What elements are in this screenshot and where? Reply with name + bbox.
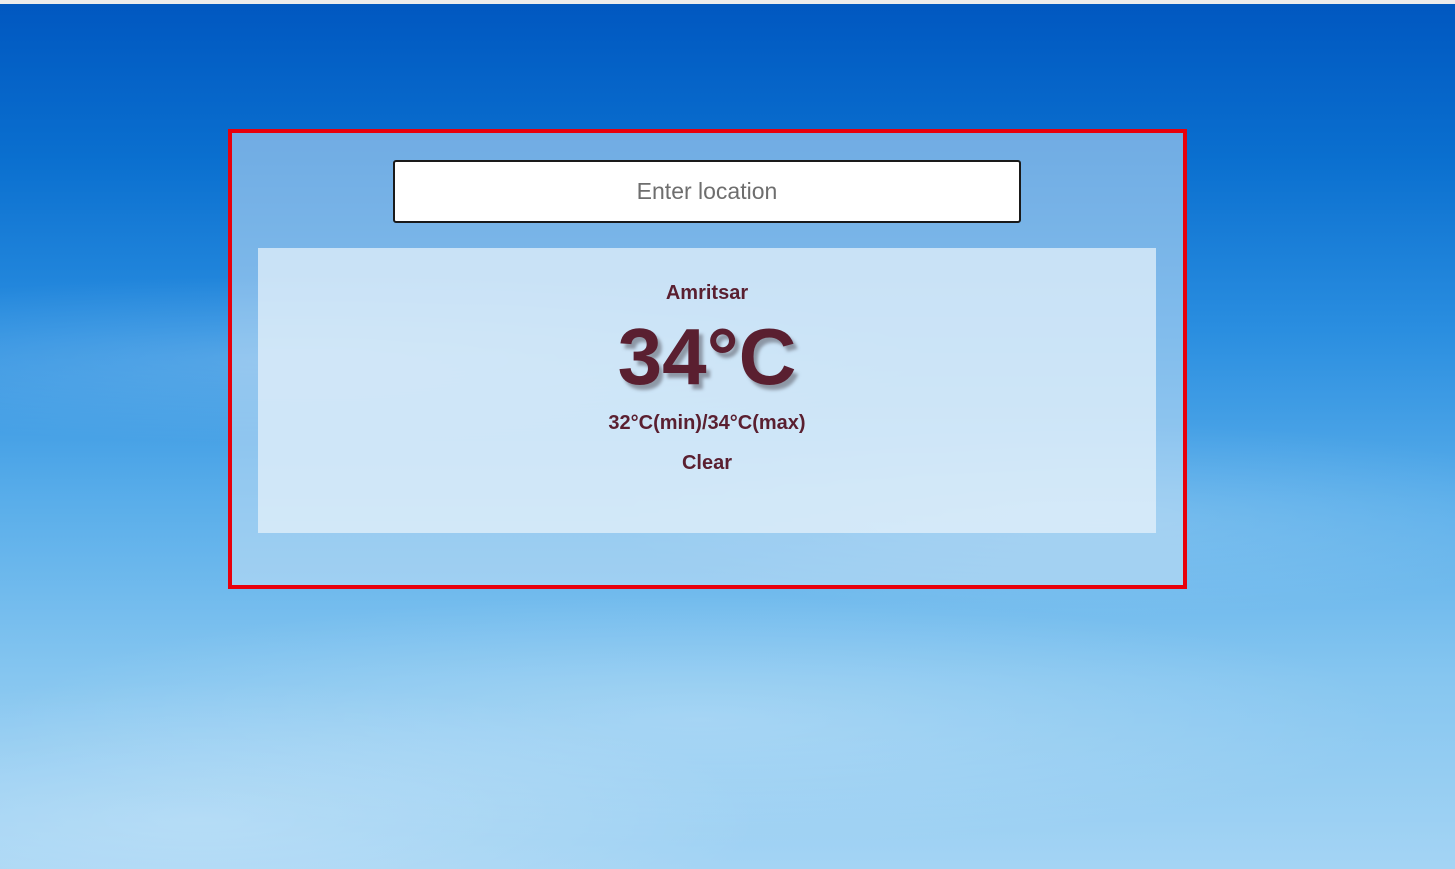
- weather-info-card: Amritsar 34°C 32°C(min)/34°C(max) Clear: [258, 248, 1156, 533]
- weather-condition: Clear: [681, 452, 733, 474]
- location-search-input[interactable]: [393, 160, 1021, 223]
- weather-panel: Amritsar 34°C 32°C(min)/34°C(max) Clear: [228, 129, 1187, 589]
- current-temperature: 34°C: [617, 312, 797, 401]
- min-max-temperature: 32°C(min)/34°C(max): [608, 412, 806, 434]
- browser-top-border: [0, 0, 1455, 4]
- city-name: Amritsar: [665, 282, 749, 304]
